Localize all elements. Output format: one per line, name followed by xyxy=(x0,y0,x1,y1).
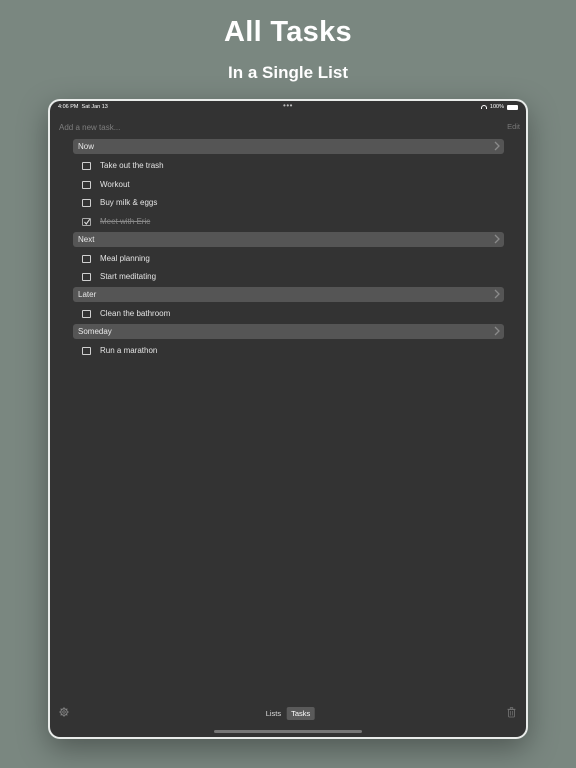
chevron-right-icon xyxy=(494,289,500,299)
bottom-toolbar: Lists Tasks xyxy=(50,697,526,737)
multitasking-dots[interactable]: ••• xyxy=(283,101,293,110)
edit-button[interactable]: Edit xyxy=(507,122,520,131)
task-row[interactable]: Meet with Eric xyxy=(50,213,526,232)
status-indicators: 100% xyxy=(480,104,518,110)
view-switcher: Lists Tasks xyxy=(262,707,315,720)
wifi-icon xyxy=(480,105,487,109)
task-checkbox[interactable] xyxy=(82,273,91,282)
trash-icon[interactable] xyxy=(507,707,516,718)
app-screen: 4:06 PM Sat Jan 13 ••• 100% Edit Now Take… xyxy=(50,101,526,737)
battery-icon xyxy=(507,104,518,110)
tab-tasks[interactable]: Tasks xyxy=(287,707,315,720)
task-text: Start meditating xyxy=(100,272,157,282)
section-label: Later xyxy=(78,290,97,300)
task-text: Buy milk & eggs xyxy=(100,198,158,208)
section-header-later[interactable]: Later xyxy=(73,287,504,303)
task-checkbox[interactable] xyxy=(82,254,91,263)
tab-lists[interactable]: Lists xyxy=(262,707,285,720)
task-row[interactable]: Clean the bathroom xyxy=(50,305,526,324)
headline-title: All Tasks xyxy=(224,16,352,48)
task-list: Now Take out the trash Workout Buy milk & e… xyxy=(50,139,526,361)
add-task-row: Edit xyxy=(50,120,526,134)
chevron-right-icon xyxy=(494,141,500,151)
add-task-input[interactable] xyxy=(59,120,439,134)
task-checkbox[interactable] xyxy=(82,199,91,208)
task-checkbox[interactable] xyxy=(82,310,91,319)
headline-subtitle: In a Single List xyxy=(228,63,348,82)
status-bar: 4:06 PM Sat Jan 13 ••• 100% xyxy=(50,101,526,113)
task-row[interactable]: Workout xyxy=(50,176,526,195)
section-label: Now xyxy=(78,142,95,151)
battery-percent: 100% xyxy=(489,104,504,110)
chevron-right-icon xyxy=(494,234,500,244)
task-row[interactable]: Take out the trash xyxy=(50,157,526,176)
task-checkbox[interactable] xyxy=(82,346,91,355)
task-checkbox[interactable] xyxy=(82,180,91,189)
task-text: Meal planning xyxy=(100,253,150,263)
section-label: Next xyxy=(78,234,95,244)
section-header-now[interactable]: Now xyxy=(73,139,504,154)
task-text: Run a marathon xyxy=(100,345,158,355)
task-row[interactable]: Buy milk & eggs xyxy=(50,194,526,213)
task-checkbox[interactable] xyxy=(82,162,91,170)
task-row[interactable]: Run a marathon xyxy=(50,342,526,361)
section-header-next[interactable]: Next xyxy=(73,231,504,247)
task-text: Take out the trash xyxy=(100,161,164,170)
checkmark-icon xyxy=(84,218,91,225)
section-label: Someday xyxy=(78,326,112,336)
task-text: Workout xyxy=(100,179,130,189)
task-checkbox[interactable] xyxy=(82,218,91,227)
task-text: Meet with Eric xyxy=(100,217,151,227)
section-header-someday[interactable]: Someday xyxy=(73,323,504,339)
home-indicator xyxy=(214,730,362,733)
device-frame: 4:06 PM Sat Jan 13 ••• 100% Edit Now Take… xyxy=(48,99,528,739)
gear-icon[interactable] xyxy=(59,707,69,717)
status-time: 4:06 PM Sat Jan 13 xyxy=(58,104,108,110)
task-row[interactable]: Meal planning xyxy=(50,250,526,269)
task-row[interactable]: Start meditating xyxy=(50,268,526,287)
chevron-right-icon xyxy=(494,326,500,336)
task-text: Clean the bathroom xyxy=(100,309,171,319)
